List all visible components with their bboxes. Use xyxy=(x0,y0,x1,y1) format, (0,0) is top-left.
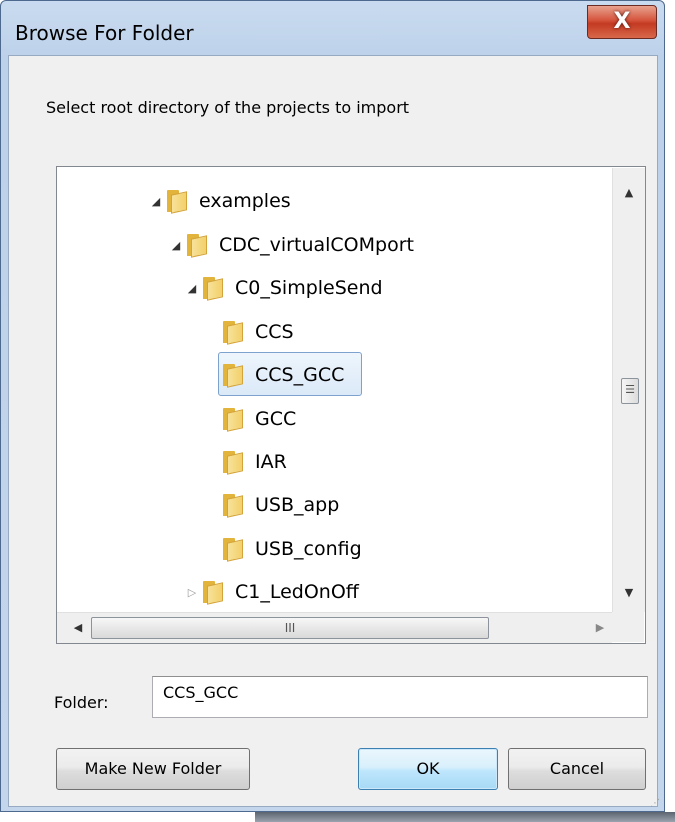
tree-item-label: GCC xyxy=(255,408,297,430)
folder-icon xyxy=(203,277,223,301)
tree-item-label: C0_SimpleSend xyxy=(235,277,383,299)
prompt-text: Select root directory of the projects to… xyxy=(46,98,410,117)
tree-item-usb-config[interactable]: USB_config xyxy=(205,531,366,567)
tree-item-cdc-virtualcomport[interactable]: ◢ CDC_virtualCOMport xyxy=(169,227,418,263)
tree-item-usb-app[interactable]: USB_app xyxy=(205,487,343,523)
expanded-arrow-icon[interactable]: ◢ xyxy=(169,239,183,252)
expanded-arrow-icon[interactable]: ◢ xyxy=(149,195,163,208)
folder-icon xyxy=(223,494,243,518)
close-icon: X xyxy=(613,9,631,34)
tree-item-label: C1_LedOnOff xyxy=(235,581,359,603)
cancel-button[interactable]: Cancel xyxy=(508,748,646,790)
window-shadow xyxy=(255,812,675,822)
resize-grip-icon[interactable]: ⋰ xyxy=(650,798,660,809)
scrollbar-corner xyxy=(612,612,644,642)
tree-item-c0-simplesend[interactable]: ◢ C0_SimpleSend xyxy=(185,270,387,306)
folder-field-label: Folder: xyxy=(54,693,109,712)
scroll-left-arrow-icon[interactable]: ◀ xyxy=(63,613,93,643)
folder-icon xyxy=(223,364,243,388)
tree-item-label: USB_config xyxy=(255,538,362,560)
tree-item-label: USB_app xyxy=(255,494,340,516)
collapsed-arrow-icon[interactable]: ▷ xyxy=(185,586,199,599)
tree-item-iar[interactable]: IAR xyxy=(205,444,291,480)
window-title: Browse For Folder xyxy=(15,21,194,45)
tree-item-c1-ledonoff[interactable]: ▷ C1_LedOnOff xyxy=(185,574,363,610)
tree-item-ccs[interactable]: CCS xyxy=(205,314,298,350)
make-new-folder-button[interactable]: Make New Folder xyxy=(56,748,250,790)
tree-item-label: CDC_virtualCOMport xyxy=(219,234,414,256)
vertical-scrollbar[interactable]: ▲ ☰ ▼ xyxy=(612,168,645,612)
close-button[interactable]: X xyxy=(587,5,657,39)
folder-icon xyxy=(167,190,187,214)
tree-item-label: examples xyxy=(199,190,291,212)
folder-icon xyxy=(223,408,243,432)
folder-icon xyxy=(203,581,223,605)
ok-button[interactable]: OK xyxy=(358,748,498,790)
tree-item-label: CCS xyxy=(255,321,294,343)
folder-icon xyxy=(187,234,207,258)
tree-item-gcc[interactable]: GCC xyxy=(205,401,300,437)
folder-tree[interactable]: ◢ examples ◢ CDC_virtualCOMport ◢ C0_Sim… xyxy=(56,166,646,644)
vertical-scroll-thumb[interactable]: ☰ xyxy=(621,378,639,404)
horizontal-scroll-thumb[interactable]: III xyxy=(91,617,489,639)
scroll-down-arrow-icon[interactable]: ▼ xyxy=(613,578,645,608)
tree-item-examples[interactable]: ◢ examples xyxy=(149,183,295,219)
tree-item-ccs-gcc[interactable]: CCS_GCC xyxy=(205,357,348,393)
horizontal-scrollbar[interactable]: ◀ III ▶ xyxy=(57,612,612,643)
scroll-up-arrow-icon[interactable]: ▲ xyxy=(613,178,645,208)
tree-item-label: CCS_GCC xyxy=(255,364,345,386)
tree-item-label: IAR xyxy=(255,451,287,473)
scroll-right-arrow-icon[interactable]: ▶ xyxy=(585,613,615,643)
expanded-arrow-icon[interactable]: ◢ xyxy=(185,282,199,295)
folder-icon xyxy=(223,538,243,562)
folder-icon xyxy=(223,451,243,475)
folder-field[interactable] xyxy=(152,676,648,718)
folder-icon xyxy=(223,321,243,345)
